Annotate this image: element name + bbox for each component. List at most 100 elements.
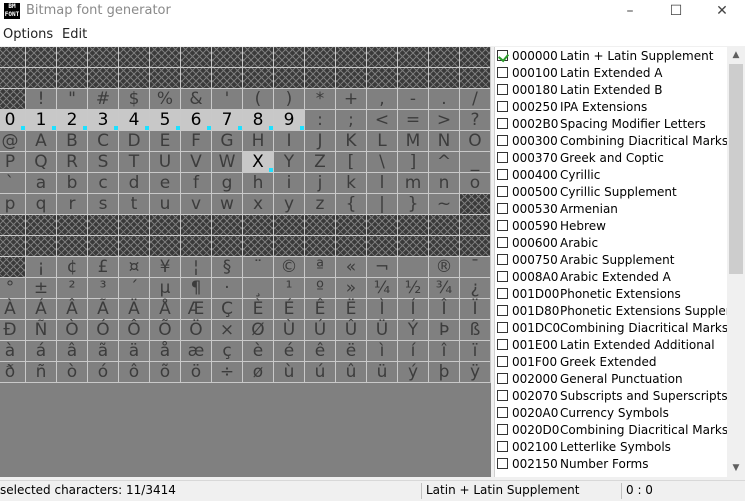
glyph-cell[interactable]: Ç — [212, 299, 243, 320]
glyph-cell[interactable]: x — [243, 194, 274, 215]
block-checkbox[interactable] — [497, 220, 508, 231]
scroll-up-icon[interactable]: ▲ — [727, 47, 745, 64]
glyph-cell[interactable]: W — [212, 152, 243, 173]
glyph-cell[interactable] — [88, 68, 119, 89]
glyph-cell[interactable]: V — [181, 152, 212, 173]
glyph-cell[interactable]: ë — [336, 341, 367, 362]
glyph-cell[interactable]: Ä — [119, 299, 150, 320]
glyph-cell[interactable]: ñ — [26, 362, 57, 383]
glyph-cell[interactable]: Ñ — [26, 320, 57, 341]
glyph-cell[interactable]: Ò — [57, 320, 88, 341]
glyph-cell[interactable] — [0, 89, 26, 110]
glyph-cell[interactable]: Q — [26, 152, 57, 173]
glyph-cell[interactable]: µ — [150, 278, 181, 299]
glyph-cell[interactable]: C — [88, 131, 119, 152]
glyph-cell[interactable]: = — [398, 110, 429, 131]
glyph-cell[interactable]: ¢ — [57, 257, 88, 278]
block-checkbox[interactable] — [497, 50, 508, 61]
glyph-cell[interactable]: - — [398, 89, 429, 110]
glyph-cell[interactable]: ú — [305, 362, 336, 383]
glyph-cell[interactable]: À — [0, 299, 26, 320]
glyph-cell[interactable]: Ô — [119, 320, 150, 341]
block-checkbox[interactable] — [497, 288, 508, 299]
glyph-cell[interactable]: a — [26, 173, 57, 194]
glyph-cell[interactable] — [181, 215, 212, 236]
block-checkbox[interactable] — [497, 237, 508, 248]
glyph-cell[interactable]: 8 — [243, 110, 274, 131]
glyph-cell[interactable]: J — [305, 131, 336, 152]
glyph-cell[interactable] — [26, 215, 57, 236]
glyph-cell[interactable] — [0, 236, 26, 257]
glyph-cell[interactable]: P — [0, 152, 26, 173]
glyph-cell[interactable]: ö — [181, 362, 212, 383]
glyph-cell[interactable]: > — [429, 110, 460, 131]
close-button[interactable]: ✕ — [699, 0, 745, 24]
glyph-cell[interactable]: ì — [367, 341, 398, 362]
glyph-cell[interactable]: Î — [429, 299, 460, 320]
glyph-cell[interactable] — [88, 47, 119, 68]
glyph-cell[interactable]: ¦ — [181, 257, 212, 278]
glyph-cell[interactable]: c — [88, 173, 119, 194]
block-checkbox[interactable] — [497, 135, 508, 146]
glyph-cell[interactable]: ¥ — [150, 257, 181, 278]
glyph-cell[interactable]: X — [243, 152, 274, 173]
glyph-cell[interactable] — [367, 47, 398, 68]
glyph-cell[interactable] — [367, 236, 398, 257]
glyph-cell[interactable]: 7 — [212, 110, 243, 131]
glyph-cell[interactable] — [181, 68, 212, 89]
block-checkbox[interactable] — [497, 84, 508, 95]
glyph-cell[interactable]: × — [212, 320, 243, 341]
glyph-cell[interactable]: 1 — [26, 110, 57, 131]
glyph-cell[interactable]: $ — [119, 89, 150, 110]
glyph-cell[interactable]: ? — [460, 110, 491, 131]
glyph-cell[interactable]: 9 — [274, 110, 305, 131]
glyph-cell[interactable] — [336, 236, 367, 257]
glyph-cell[interactable]: 5 — [150, 110, 181, 131]
unicode-block-list[interactable]: 000000 Latin + Latin Supplement 000100 Lati… — [494, 47, 728, 477]
glyph-cell[interactable]: ¨ — [243, 257, 274, 278]
glyph-cell[interactable]: T — [119, 152, 150, 173]
glyph-cell[interactable]: à — [0, 341, 26, 362]
glyph-cell[interactable]: ã — [88, 341, 119, 362]
glyph-cell[interactable] — [150, 68, 181, 89]
glyph-cell[interactable]: ¬ — [367, 257, 398, 278]
glyph-cell[interactable]: § — [212, 257, 243, 278]
glyph-cell[interactable] — [274, 236, 305, 257]
block-checkbox[interactable] — [497, 203, 508, 214]
glyph-cell[interactable] — [119, 47, 150, 68]
glyph-cell[interactable]: Ù — [274, 320, 305, 341]
block-list-scrollbar[interactable]: ▲ ▼ — [727, 47, 745, 477]
glyph-cell[interactable] — [336, 47, 367, 68]
glyph-cell[interactable]: » — [336, 278, 367, 299]
glyph-cell[interactable] — [57, 68, 88, 89]
glyph-cell[interactable]: ± — [26, 278, 57, 299]
glyph-cell[interactable]: ¡ — [26, 257, 57, 278]
glyph-cell[interactable]: ² — [57, 278, 88, 299]
glyph-cell[interactable]: · — [212, 278, 243, 299]
glyph-cell[interactable] — [460, 68, 491, 89]
block-checkbox[interactable] — [497, 458, 508, 469]
glyph-cell[interactable]: \ — [367, 152, 398, 173]
glyph-cell[interactable]: Å — [150, 299, 181, 320]
block-checkbox[interactable] — [497, 186, 508, 197]
glyph-cell[interactable]: Ö — [181, 320, 212, 341]
glyph-cell[interactable]: ' — [212, 89, 243, 110]
glyph-cell[interactable]: u — [150, 194, 181, 215]
glyph-cell[interactable]: w — [212, 194, 243, 215]
glyph-cell[interactable]: è — [243, 341, 274, 362]
glyph-cell[interactable]: q — [26, 194, 57, 215]
glyph-cell[interactable]: N — [429, 131, 460, 152]
glyph-cell[interactable] — [150, 47, 181, 68]
glyph-cell[interactable]: ¸ — [243, 278, 274, 299]
glyph-cell[interactable]: Ü — [367, 320, 398, 341]
glyph-cell[interactable] — [0, 68, 26, 89]
glyph-cell[interactable]: ä — [119, 341, 150, 362]
glyph-cell[interactable]: ò — [57, 362, 88, 383]
maximize-button[interactable]: ☐ — [653, 0, 699, 24]
glyph-cell[interactable] — [212, 68, 243, 89]
glyph-cell[interactable]: ° — [0, 278, 26, 299]
glyph-cell[interactable]: á — [26, 341, 57, 362]
glyph-cell[interactable]: Ì — [367, 299, 398, 320]
glyph-cell[interactable] — [305, 47, 336, 68]
glyph-cell[interactable] — [212, 215, 243, 236]
